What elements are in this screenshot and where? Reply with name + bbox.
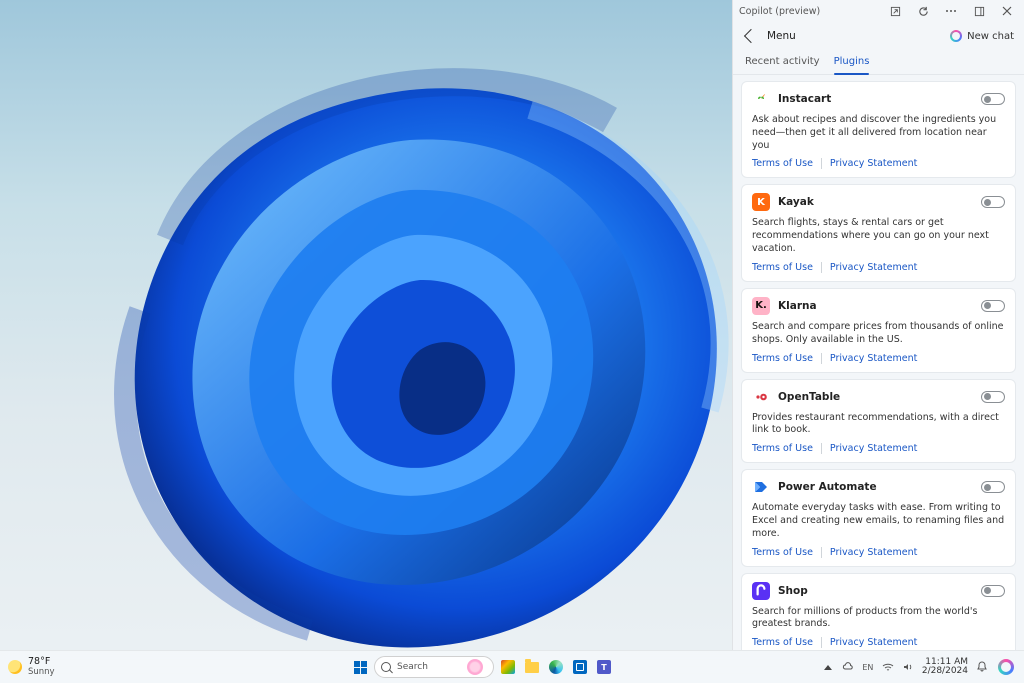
terms-link[interactable]: Terms of Use xyxy=(752,158,813,169)
weather-temp: 78°F xyxy=(28,657,55,667)
plugin-toggle[interactable] xyxy=(981,481,1005,493)
plugin-name: Instacart xyxy=(778,93,831,105)
terms-link[interactable]: Terms of Use xyxy=(752,353,813,364)
plugin-desc: Provides restaurant recommendations, wit… xyxy=(752,412,1005,438)
weather-cond: Sunny xyxy=(28,668,55,677)
plugin-power-automate: Power Automate Automate everyday tasks w… xyxy=(741,469,1016,566)
privacy-link[interactable]: Privacy Statement xyxy=(830,353,917,364)
terms-link[interactable]: Terms of Use xyxy=(752,547,813,558)
windows-logo-icon xyxy=(354,661,367,674)
taskbar-app-store[interactable] xyxy=(570,657,590,677)
search-icon xyxy=(381,662,391,672)
opentable-icon xyxy=(752,388,770,406)
plugin-name: OpenTable xyxy=(778,391,840,403)
privacy-link[interactable]: Privacy Statement xyxy=(830,262,917,273)
plugin-shop: Shop Search for millions of products fro… xyxy=(741,573,1016,650)
copilot-icon xyxy=(998,659,1014,675)
clock-date: 2/28/2024 xyxy=(922,667,968,676)
tray-overflow-icon[interactable] xyxy=(822,661,834,673)
taskbar-app-edge[interactable] xyxy=(546,657,566,677)
taskbar-tray: EN 11:11 AM 2/28/2024 xyxy=(796,657,1016,677)
refresh-icon[interactable] xyxy=(912,1,934,21)
more-icon[interactable] xyxy=(940,1,962,21)
privacy-link[interactable]: Privacy Statement xyxy=(830,547,917,558)
close-icon[interactable] xyxy=(996,1,1018,21)
instacart-icon xyxy=(752,90,770,108)
plugin-desc: Ask about recipes and discover the ingre… xyxy=(752,114,1005,152)
privacy-link[interactable]: Privacy Statement xyxy=(830,158,917,169)
power-automate-icon xyxy=(752,478,770,496)
copilot-taskbar-button[interactable] xyxy=(996,657,1016,677)
shop-icon xyxy=(752,582,770,600)
copilot-menu-row: Menu New chat xyxy=(733,22,1024,50)
notifications-icon[interactable] xyxy=(976,661,988,673)
privacy-link[interactable]: Privacy Statement xyxy=(830,443,917,454)
plugin-opentable: OpenTable Provides restaurant recommenda… xyxy=(741,379,1016,464)
plugin-klarna: K. Klarna Search and compare prices from… xyxy=(741,288,1016,373)
new-chat-label: New chat xyxy=(967,31,1014,42)
plugin-desc: Automate everyday tasks with ease. From … xyxy=(752,502,1005,540)
back-icon[interactable] xyxy=(743,31,759,41)
open-external-icon[interactable] xyxy=(884,1,906,21)
plugin-name: Shop xyxy=(778,585,808,597)
taskbar-center: Search T xyxy=(168,656,796,678)
volume-icon[interactable] xyxy=(902,661,914,673)
taskbar: 78°F Sunny Search T EN 11:11 AM xyxy=(0,650,1024,683)
plugin-desc: Search flights, stays & rental cars or g… xyxy=(752,217,1005,255)
taskbar-clock[interactable]: 11:11 AM 2/28/2024 xyxy=(922,658,968,677)
taskbar-search[interactable]: Search xyxy=(374,656,494,678)
plugin-list: Instacart Ask about recipes and discover… xyxy=(733,75,1024,650)
plugin-instacart: Instacart Ask about recipes and discover… xyxy=(741,81,1016,178)
start-button[interactable] xyxy=(350,657,370,677)
new-chat-button[interactable]: New chat xyxy=(950,30,1014,42)
plugin-kayak: K Kayak Search flights, stays & rental c… xyxy=(741,184,1016,281)
language-icon[interactable]: EN xyxy=(862,661,874,673)
taskbar-weather[interactable]: 78°F Sunny xyxy=(8,657,168,677)
wifi-icon[interactable] xyxy=(882,661,894,673)
search-placeholder: Search xyxy=(397,662,428,672)
bloom-graphic xyxy=(50,30,770,650)
dock-icon[interactable] xyxy=(968,1,990,21)
newchat-icon xyxy=(950,30,962,42)
plugin-desc: Search for millions of products from the… xyxy=(752,606,1005,632)
plugin-name: Klarna xyxy=(778,300,817,312)
copilot-tabs: Recent activity Plugins xyxy=(733,50,1024,75)
plugin-name: Power Automate xyxy=(778,481,877,493)
menu-label: Menu xyxy=(767,30,796,42)
plugin-desc: Search and compare prices from thousands… xyxy=(752,321,1005,347)
search-highlight-icon xyxy=(467,659,483,675)
plugin-name: Kayak xyxy=(778,196,814,208)
klarna-icon: K. xyxy=(752,297,770,315)
taskbar-app-explorer[interactable] xyxy=(522,657,542,677)
copilot-title: Copilot (preview) xyxy=(739,6,820,17)
kayak-icon: K xyxy=(752,193,770,211)
taskbar-app-teams[interactable]: T xyxy=(594,657,614,677)
plugin-toggle[interactable] xyxy=(981,196,1005,208)
copilot-panel: Copilot (preview) Menu New chat Recent a… xyxy=(732,0,1024,650)
taskbar-app-taskview[interactable] xyxy=(498,657,518,677)
plugin-toggle[interactable] xyxy=(981,585,1005,597)
terms-link[interactable]: Terms of Use xyxy=(752,637,813,648)
plugin-toggle[interactable] xyxy=(981,391,1005,403)
plugin-toggle[interactable] xyxy=(981,300,1005,312)
terms-link[interactable]: Terms of Use xyxy=(752,262,813,273)
weather-icon xyxy=(8,660,22,674)
tab-recent-activity[interactable]: Recent activity xyxy=(745,50,820,74)
privacy-link[interactable]: Privacy Statement xyxy=(830,637,917,648)
onedrive-icon[interactable] xyxy=(842,661,854,673)
plugin-toggle[interactable] xyxy=(981,93,1005,105)
terms-link[interactable]: Terms of Use xyxy=(752,443,813,454)
copilot-titlebar: Copilot (preview) xyxy=(733,0,1024,22)
tab-plugins[interactable]: Plugins xyxy=(834,50,870,74)
